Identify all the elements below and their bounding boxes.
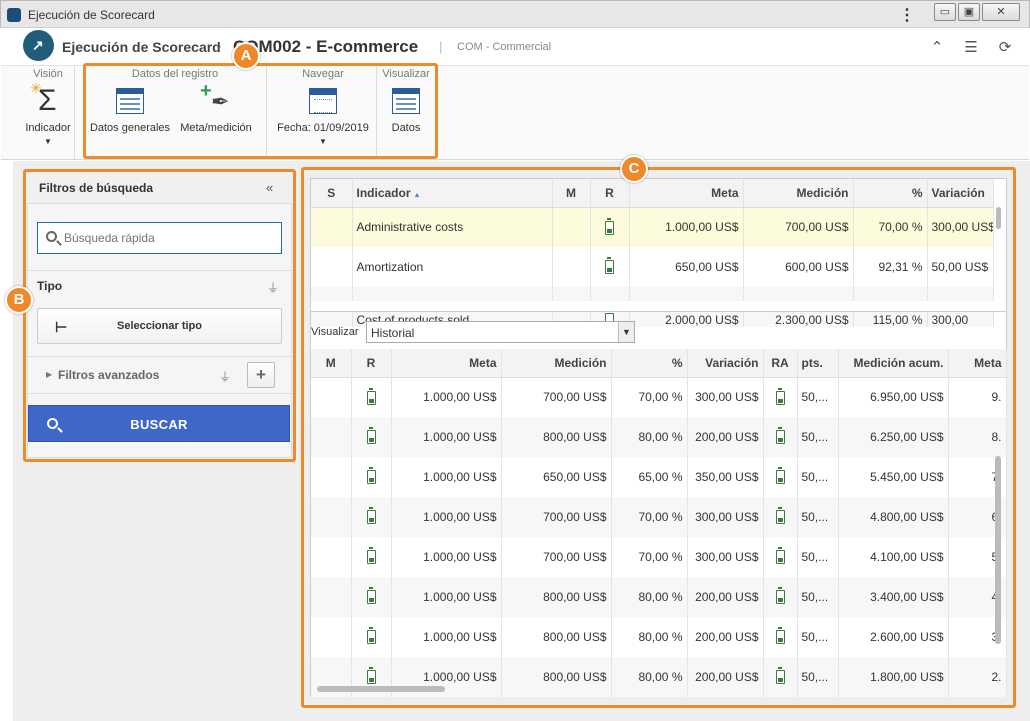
- maximize-button[interactable]: ▣: [958, 3, 980, 21]
- callout-frame-b: [23, 169, 296, 462]
- close-button[interactable]: ✕: [982, 3, 1020, 21]
- indicador-label: Indicador: [25, 122, 71, 134]
- callout-badge-a: A: [232, 42, 260, 70]
- refresh-icon[interactable]: ⟳: [996, 38, 1014, 56]
- list-icon[interactable]: ☰: [962, 38, 980, 56]
- minimize-button[interactable]: ▭: [934, 3, 956, 21]
- scorecard-logo: ↗: [23, 30, 54, 61]
- window-titlebar: Ejecución de Scorecard ⋮ ▭ ▣ ✕: [0, 0, 1030, 28]
- callout-frame-c: [301, 167, 1016, 708]
- window-title: Ejecución de Scorecard: [28, 8, 155, 22]
- page-title: COM002 - E-commerce: [233, 37, 419, 56]
- area-label: COM - Commercial: [457, 41, 552, 53]
- dropdown-arrow-icon: ▼: [44, 137, 52, 146]
- app-icon: [7, 8, 21, 22]
- indicador-button[interactable]: Σ ✳ Indicador ▼: [18, 80, 78, 146]
- header-separator: |: [439, 39, 443, 54]
- group-label-vision: Visión: [33, 68, 63, 80]
- more-options-icon[interactable]: ⋮: [899, 5, 915, 25]
- collapse-up-icon[interactable]: ⌃: [928, 38, 946, 56]
- callout-frame-a: [83, 63, 438, 159]
- breadcrumb-chevron-icon: ›: [217, 39, 221, 53]
- callout-badge-b: B: [5, 286, 33, 314]
- callout-badge-c: C: [620, 155, 648, 183]
- breadcrumb-app[interactable]: Ejecución de Scorecard: [62, 39, 221, 55]
- sigma-icon: Σ ✳: [30, 80, 57, 117]
